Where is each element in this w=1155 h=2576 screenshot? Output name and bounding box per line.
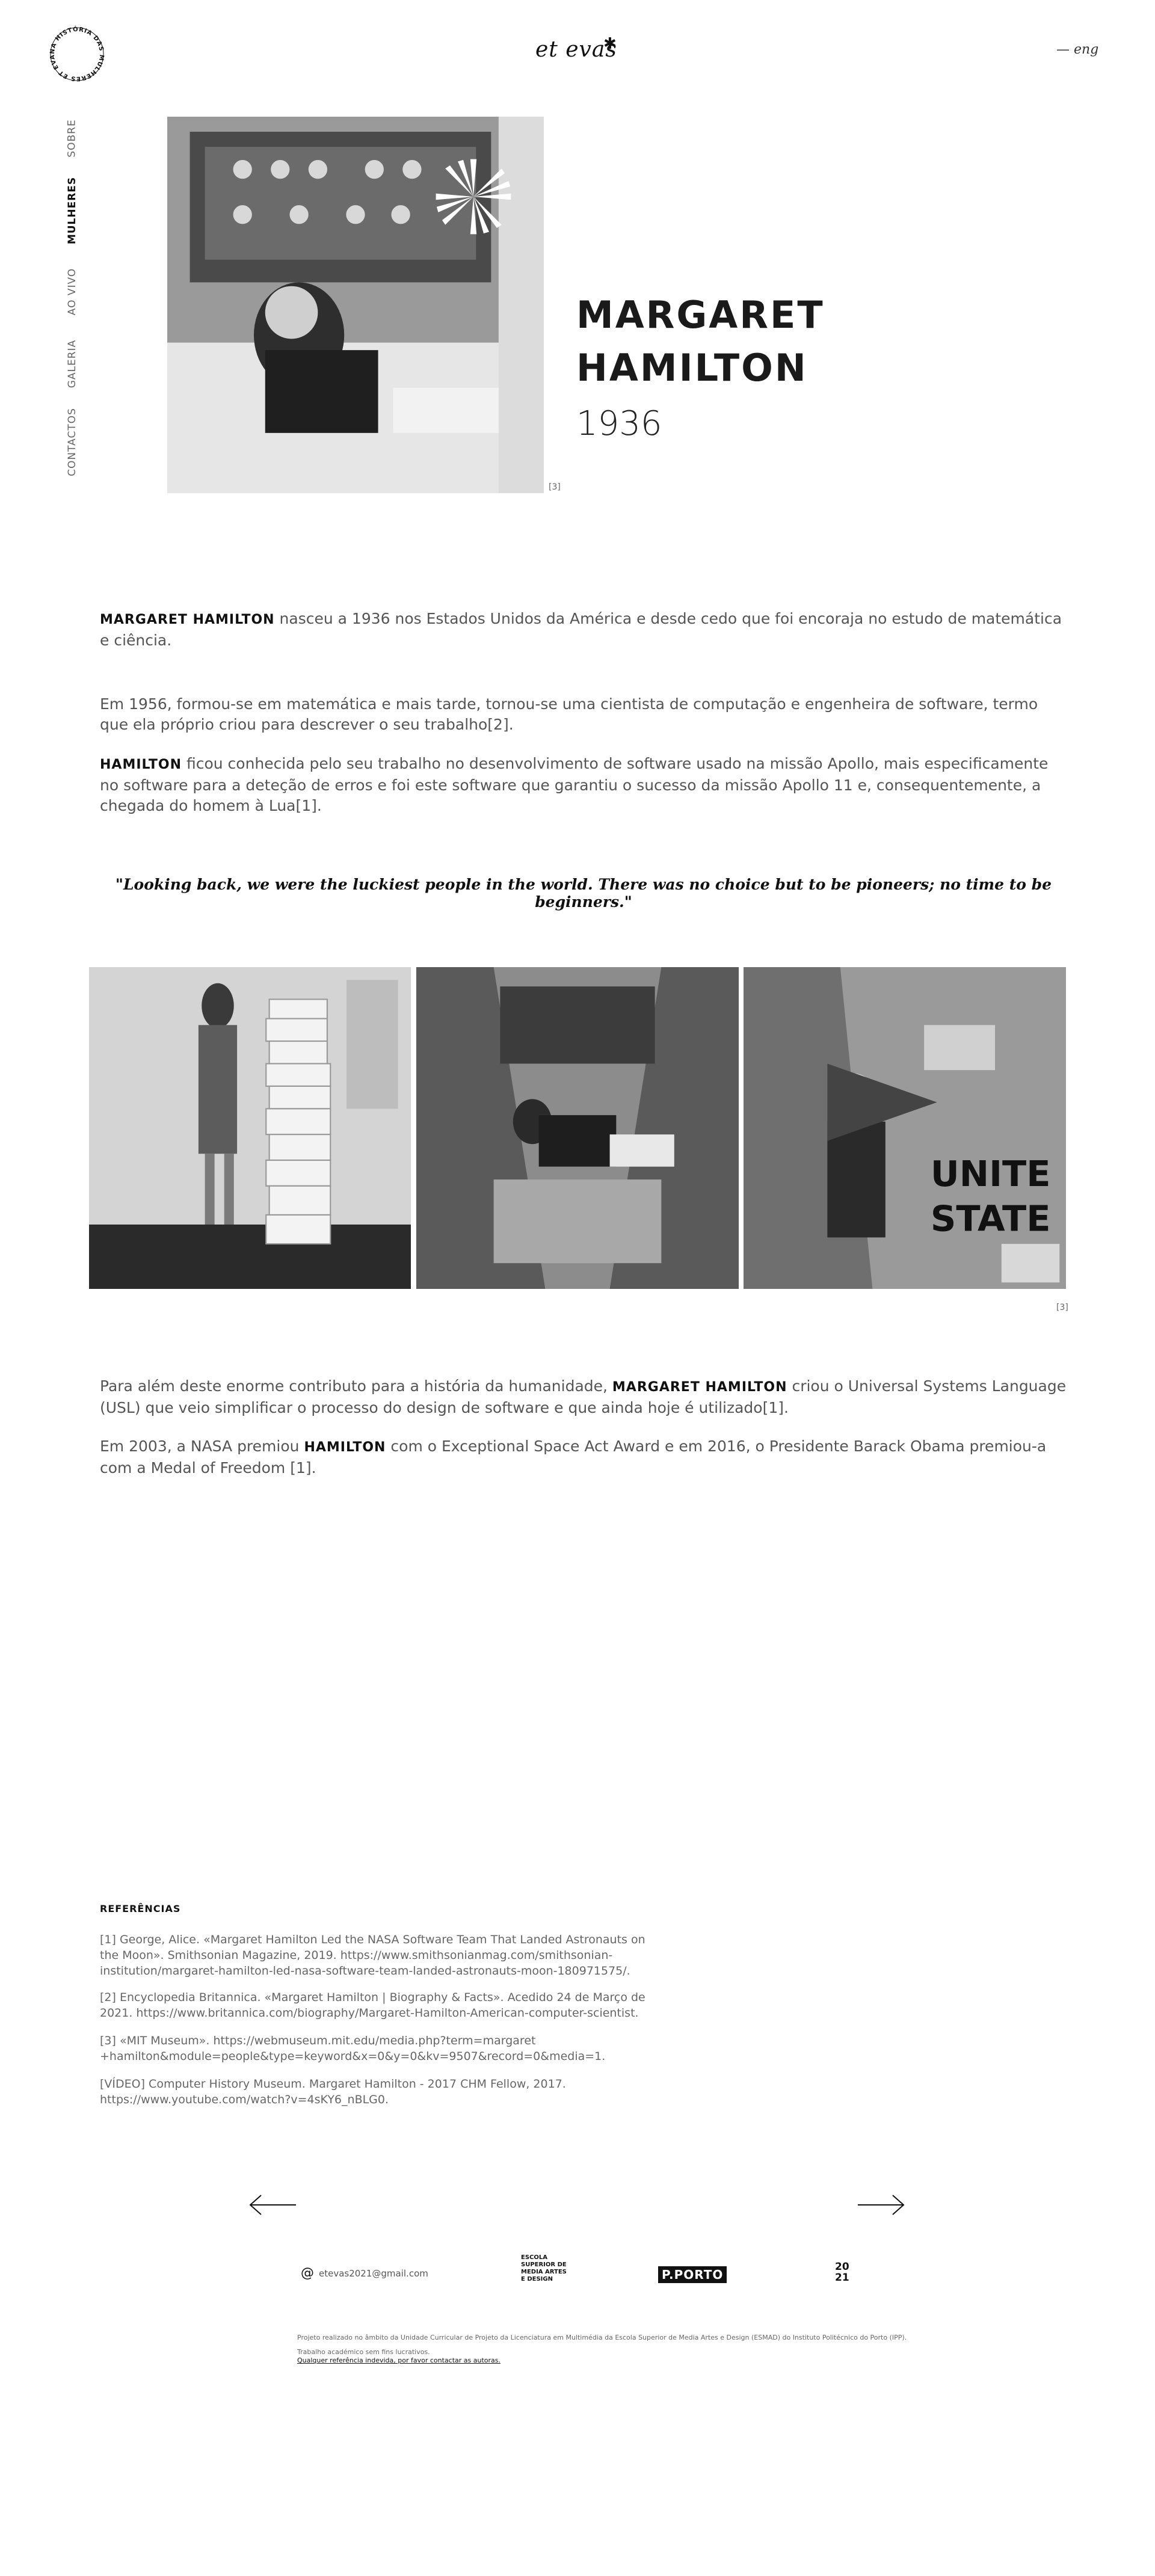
footer-email[interactable]: @ etevas2021@gmail.com [301, 2266, 428, 2281]
site-logo-ring[interactable]: NA HISTÓRIA DAS MULHERES ET EVAS [47, 24, 107, 84]
paragraph-usl: Para além deste enorme contributo para a… [100, 1377, 1067, 1416]
references-title: REFERÊNCIAS [100, 1903, 181, 1914]
previous-arrow-icon[interactable] [249, 2193, 297, 2217]
svg-text:UNITE: UNITE [931, 1153, 1051, 1194]
footer-note: Projeto realizado no âmbito da Unidade C… [297, 2334, 907, 2341]
reference-item[interactable]: [1] George, Alice. «Margaret Hamilton Le… [100, 1932, 665, 1979]
svg-text:STATE: STATE [931, 1198, 1051, 1240]
quote: "Looking back, we were the luckiest peop… [115, 876, 1052, 911]
gallery-photo-2 [416, 967, 739, 1289]
language-switch[interactable]: — eng [1056, 42, 1098, 57]
footer-contact-link[interactable]: Qualquer referência indevida, por favor … [297, 2356, 500, 2364]
footer-note-2: Trabalho académico sem fins lucrativos. [297, 2348, 430, 2356]
gallery-photo-1 [89, 967, 411, 1289]
reference-item[interactable]: [2] Encyclopedia Britannica. «Margaret H… [100, 1990, 665, 2021]
nav-item-galeria[interactable]: GALERIA [60, 334, 84, 394]
year-badge: 20 21 [835, 2261, 849, 2284]
page-title: MARGARET HAMILTON [576, 293, 825, 390]
paragraph-awards: Em 2003, a NASA premiou HAMILTON com o E… [100, 1437, 1047, 1477]
photo-credit[interactable]: [3] [549, 482, 561, 492]
birth-year: 1936 [576, 404, 662, 443]
paragraph-career: Em 1956, formou-se em matemática e mais … [100, 695, 1038, 733]
nav-item-mulheres[interactable]: MULHERES [60, 174, 84, 247]
nav-item-contactos[interactable]: CONTACTOS [60, 403, 84, 481]
side-navigation: SOBRE MULHERES AO VIVO GALERIA CONTACTOS [60, 114, 96, 487]
next-arrow-icon[interactable] [857, 2193, 905, 2217]
nav-item-ao-vivo[interactable]: AO VIVO [60, 259, 84, 325]
paragraph-intro: MARGARET HAMILTON nasceu a 1936 nos Esta… [100, 610, 1062, 649]
nav-item-sobre[interactable]: SOBRE [60, 114, 84, 162]
reference-item[interactable]: [VÍDEO] Computer History Museum. Margare… [100, 2076, 665, 2107]
brand-star-icon: ✱ [603, 35, 617, 53]
paragraph-apollo: HAMILTON ficou conhecida pelo seu trabal… [100, 755, 1049, 814]
gallery-photo-3: UNITE STATE [744, 967, 1066, 1289]
sunburst-icon [436, 159, 511, 235]
svg-text:NA HISTÓRIA DAS MULHERES ET EV: NA HISTÓRIA DAS MULHERES ET EVAS [47, 24, 105, 82]
pporto-logo[interactable]: P.PORTO [658, 2266, 727, 2283]
reference-item[interactable]: [3] «MIT Museum». https://webmuseum.mit.… [100, 2033, 665, 2064]
esmad-logo[interactable]: ESCOLA SUPERIOR DE MEDIA ARTES E DESIGN [521, 2254, 569, 2283]
gallery-credit[interactable]: [3] [1056, 1303, 1068, 1312]
at-icon: @ [301, 2266, 314, 2281]
